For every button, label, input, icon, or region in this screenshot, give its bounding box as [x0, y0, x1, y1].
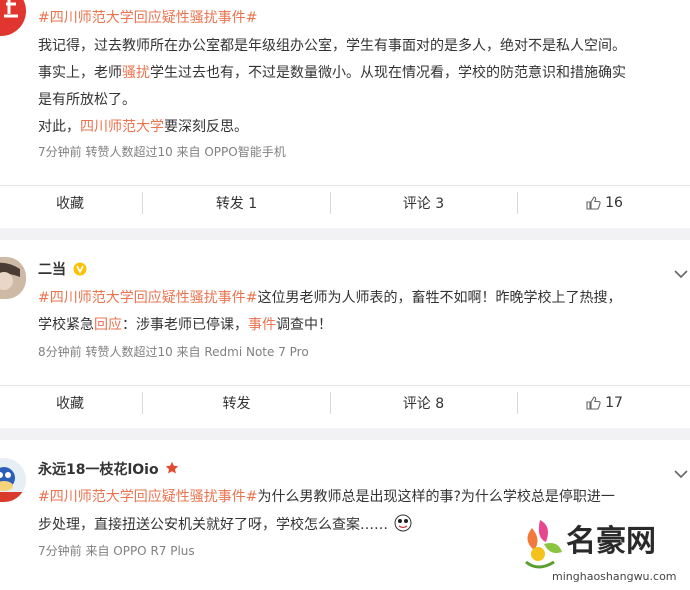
post-text: 为什么男教师总是出现这样的事?为什么学校总是停职进一: [257, 489, 615, 505]
post-text: 学生过去也有，不过是数量微小。从现在情况看，学校的防范意识和措施确实: [150, 65, 626, 81]
post-hashtag[interactable]: #四川师范大学回应疑性骚扰事件#: [38, 8, 257, 28]
favorite-label: 收藏: [56, 196, 84, 212]
keyword-link[interactable]: 回应: [94, 317, 122, 333]
post-text-line: 事实上，老师骚扰学生过去也有，不过是数量微小。从现在情况看，学校的防范意识和措施…: [38, 63, 626, 83]
thumbs-up-icon: [585, 395, 601, 411]
like-count: 16: [605, 195, 623, 211]
username-text: 永远18一枝花lOio: [38, 462, 159, 478]
favorite-button[interactable]: 收藏: [0, 186, 140, 220]
mention-link[interactable]: 四川师范大学: [80, 119, 164, 135]
username[interactable]: 二当: [38, 260, 87, 282]
post-1: #四川师范大学回应疑性骚扰事件# 我记得，过去教师所在办公室都是年级组办公室，学…: [0, 0, 690, 228]
emoji-icon: [394, 514, 412, 538]
forward-button[interactable]: 转发: [143, 386, 330, 420]
avatar[interactable]: [0, 257, 26, 299]
post-text-line: #四川师范大学回应疑性骚扰事件#为什么男教师总是出现这样的事?为什么学校总是停职…: [38, 487, 615, 507]
avatar[interactable]: [0, 0, 26, 36]
username-text: 二当: [38, 262, 66, 278]
post-text-line: 学校紧急回应：涉事老师已停课，事件调查中！: [38, 315, 332, 335]
hashtag-link[interactable]: #四川师范大学回应疑性骚扰事件#: [38, 290, 257, 306]
post-text: 步处理，直接扭送公安机关就好了呀，学校怎么查案……: [38, 517, 388, 533]
post-text: 对此，: [38, 119, 80, 135]
watermark-url: minghaoshangwu.com: [552, 570, 677, 583]
post-text-line: 是有所放松了。: [38, 92, 136, 108]
hashtag-link[interactable]: #四川师范大学回应疑性骚扰事件#: [38, 489, 257, 505]
forward-label: 转发: [222, 396, 251, 412]
thumbs-up-icon: [585, 195, 601, 211]
post-text: 这位男老师为人师表的，畜牲不如啊！昨晚学校上了热搜，: [257, 290, 622, 306]
post-meta: 7分钟前 来自 OPPO R7 Plus: [38, 544, 195, 558]
comment-label: 评论 3: [402, 196, 445, 212]
post-text: 学校紧急: [38, 317, 94, 333]
post-text: 调查中！: [276, 317, 332, 333]
comment-button[interactable]: 评论 3: [331, 186, 516, 220]
verified-badge-icon: [73, 262, 87, 282]
star-badge-icon: [165, 461, 179, 481]
post-text: ：涉事老师已停课，: [122, 317, 248, 333]
like-button[interactable]: 17: [518, 386, 690, 420]
post-2: 二当 #四川师范大学回应疑性骚扰事件#这位男老师为人师表的，畜牲不如啊！昨晚学校…: [0, 240, 690, 428]
comment-label: 评论 8: [402, 396, 445, 412]
chevron-down-icon[interactable]: [674, 464, 688, 483]
watermark-logo-icon: [518, 514, 564, 578]
post-meta: 8分钟前 转赞人数超过10 来自 Redmi Note 7 Pro: [38, 345, 309, 359]
comment-button[interactable]: 评论 8: [331, 386, 516, 420]
avatar[interactable]: [0, 458, 26, 502]
post-text: 事实上，老师: [38, 65, 122, 81]
like-button[interactable]: 16: [518, 186, 690, 220]
username[interactable]: 永远18一枝花lOio: [38, 460, 179, 481]
keyword-link[interactable]: 骚扰: [122, 65, 150, 81]
favorite-label: 收藏: [56, 396, 84, 412]
post-text-line: 步处理，直接扭送公安机关就好了呀，学校怎么查案……: [38, 514, 412, 538]
forward-label: 转发 1: [215, 196, 258, 212]
forward-button[interactable]: 转发 1: [143, 186, 330, 220]
post-text-line: 我记得，过去教师所在办公室都是年级组办公室，学生有事面对的是多人，绝对不是私人空…: [38, 38, 626, 54]
hashtag-link[interactable]: #四川师范大学回应疑性骚扰事件#: [38, 10, 257, 26]
favorite-button[interactable]: 收藏: [0, 386, 140, 420]
chevron-down-icon[interactable]: [674, 264, 688, 283]
post-text: 要深刻反思。: [164, 119, 248, 135]
keyword-link[interactable]: 事件: [248, 317, 276, 333]
post-meta: 7分钟前 转赞人数超过10 来自 OPPO智能手机: [38, 145, 286, 159]
like-count: 17: [605, 395, 623, 411]
watermark: 名豪网 minghaoshangwu.com: [512, 512, 690, 590]
post-text-line: #四川师范大学回应疑性骚扰事件#这位男老师为人师表的，畜牲不如啊！昨晚学校上了热…: [38, 288, 621, 308]
post-text-line: 对此，四川师范大学要深刻反思。: [38, 117, 248, 137]
watermark-brand: 名豪网: [566, 524, 656, 559]
